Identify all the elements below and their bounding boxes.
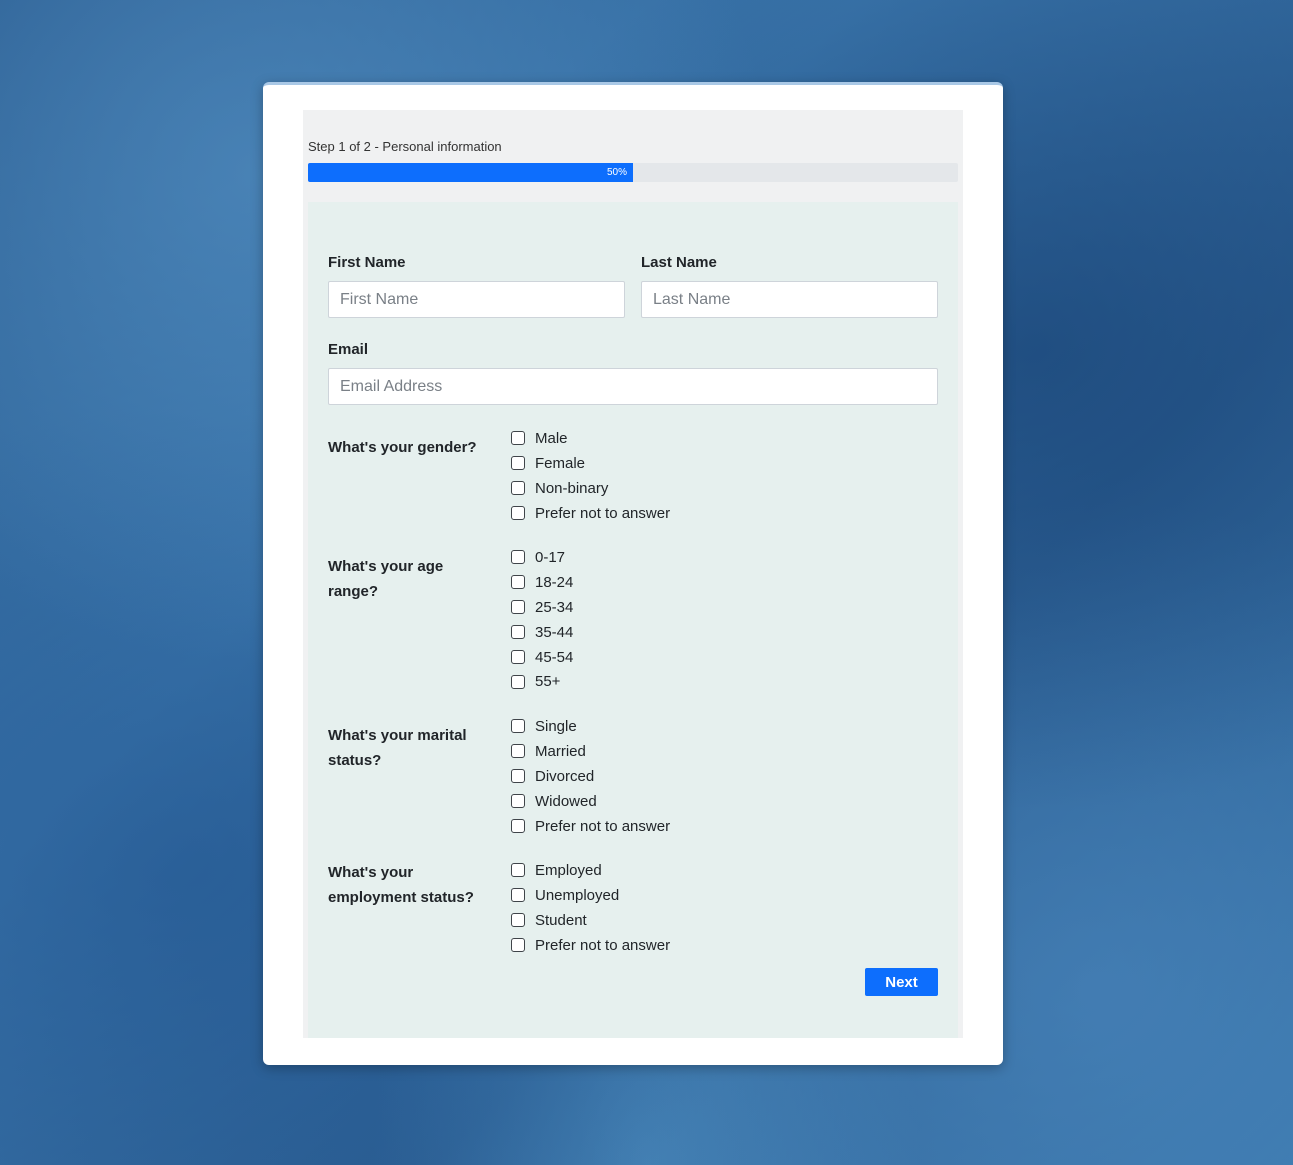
gender-option-label: Male: [535, 429, 568, 447]
gender-options: Male Female Non-binary Prefer not to answer: [511, 426, 670, 526]
employment-option-label: Prefer not to answer: [535, 936, 671, 954]
gender-option-label: Prefer not to answer: [535, 504, 671, 522]
next-button[interactable]: Next: [865, 968, 938, 996]
gender-option[interactable]: Prefer not to answer: [511, 501, 670, 526]
age-option[interactable]: 18-24: [511, 570, 573, 595]
marital-option-checkbox[interactable]: [511, 769, 525, 784]
form-container: Step 1 of 2 - Personal information 50% F…: [303, 110, 963, 1038]
gender-option[interactable]: Female: [511, 451, 670, 476]
marital-question-label: What's your marital status?: [328, 727, 467, 769]
employment-option-checkbox[interactable]: [511, 938, 525, 953]
marital-option-label: Single: [535, 717, 577, 735]
age-option-checkbox[interactable]: [511, 575, 525, 590]
age-option-checkbox[interactable]: [511, 650, 525, 664]
last-name-input[interactable]: [641, 281, 938, 318]
age-option-label: 35-44: [535, 623, 574, 641]
first-name-input[interactable]: [328, 281, 625, 318]
employment-option-checkbox[interactable]: [511, 913, 525, 928]
gender-question-label: What's your gender?: [328, 439, 477, 456]
age-option[interactable]: 35-44: [511, 620, 573, 645]
progress-bar: 50%: [308, 163, 958, 182]
age-option[interactable]: 0-17: [511, 545, 573, 570]
age-option-label: 18-24: [535, 573, 574, 591]
first-name-label: First Name: [328, 254, 406, 271]
marital-option-checkbox[interactable]: [511, 794, 525, 809]
gender-option-label: Non-binary: [535, 479, 609, 497]
gender-option-checkbox[interactable]: [511, 431, 525, 446]
email-field: Email: [328, 341, 938, 405]
gender-option-label: Female: [535, 454, 586, 472]
employment-option-label: Unemployed: [535, 886, 620, 904]
marital-options: Single Married Divorced Widowed Prefer not t…: [511, 714, 670, 838]
age-option[interactable]: 45-54: [511, 645, 573, 670]
marital-option-checkbox[interactable]: [511, 819, 525, 833]
employment-option[interactable]: Unemployed: [511, 883, 670, 908]
marital-option-label: Widowed: [535, 792, 597, 810]
last-name-field: Last Name: [641, 254, 938, 318]
age-option-label: 45-54: [535, 648, 574, 666]
gender-option-checkbox[interactable]: [511, 456, 525, 471]
employment-question-label: What's your employment status?: [328, 864, 474, 906]
marital-option[interactable]: Married: [511, 739, 670, 764]
marital-option[interactable]: Single: [511, 714, 670, 739]
progress-bar-fill: 50%: [308, 163, 633, 182]
form-body: First Name Last Name Email What's your g…: [308, 202, 958, 1038]
age-option-checkbox[interactable]: [511, 625, 525, 640]
step-title: Step 1 of 2 - Personal information: [308, 139, 502, 154]
employment-option[interactable]: Student: [511, 908, 670, 933]
employment-option-label: Student: [535, 911, 587, 929]
employment-options: Employed Unemployed Student Prefer not to a…: [511, 858, 670, 958]
marital-option-label: Married: [535, 742, 586, 760]
first-name-field: First Name: [328, 254, 625, 318]
age-options: 0-17 18-24 25-34 35-44 45-54 55+: [511, 545, 573, 694]
employment-option-label: Employed: [535, 861, 602, 879]
gender-option-checkbox[interactable]: [511, 506, 525, 521]
marital-option-label: Divorced: [535, 767, 595, 785]
gender-option-checkbox[interactable]: [511, 481, 525, 496]
employment-option-checkbox[interactable]: [511, 888, 525, 903]
age-option-checkbox[interactable]: [511, 674, 525, 689]
age-option-label: 55+: [535, 673, 561, 691]
age-option[interactable]: 55+: [511, 669, 573, 694]
marital-option-label: Prefer not to answer: [535, 817, 671, 835]
age-option-label: 25-34: [535, 598, 574, 616]
email-input[interactable]: [328, 368, 938, 405]
marital-option-checkbox[interactable]: [511, 719, 525, 734]
age-option-checkbox[interactable]: [511, 550, 525, 565]
gender-option[interactable]: Non-binary: [511, 476, 670, 501]
marital-option[interactable]: Prefer not to answer: [511, 814, 670, 839]
marital-option[interactable]: Divorced: [511, 764, 670, 789]
form-card: Step 1 of 2 - Personal information 50% F…: [263, 82, 1003, 1065]
employment-option[interactable]: Prefer not to answer: [511, 933, 670, 958]
email-label: Email: [328, 341, 369, 358]
employment-option-checkbox[interactable]: [511, 863, 525, 878]
marital-option[interactable]: Widowed: [511, 789, 670, 814]
last-name-label: Last Name: [641, 254, 717, 271]
age-option-label: 0-17: [535, 548, 566, 566]
age-question-label: What's your age range?: [328, 558, 444, 600]
age-option[interactable]: 25-34: [511, 595, 573, 620]
marital-option-checkbox[interactable]: [511, 744, 525, 759]
gender-option[interactable]: Male: [511, 426, 670, 451]
employment-option[interactable]: Employed: [511, 858, 670, 883]
age-option-checkbox[interactable]: [511, 600, 525, 615]
